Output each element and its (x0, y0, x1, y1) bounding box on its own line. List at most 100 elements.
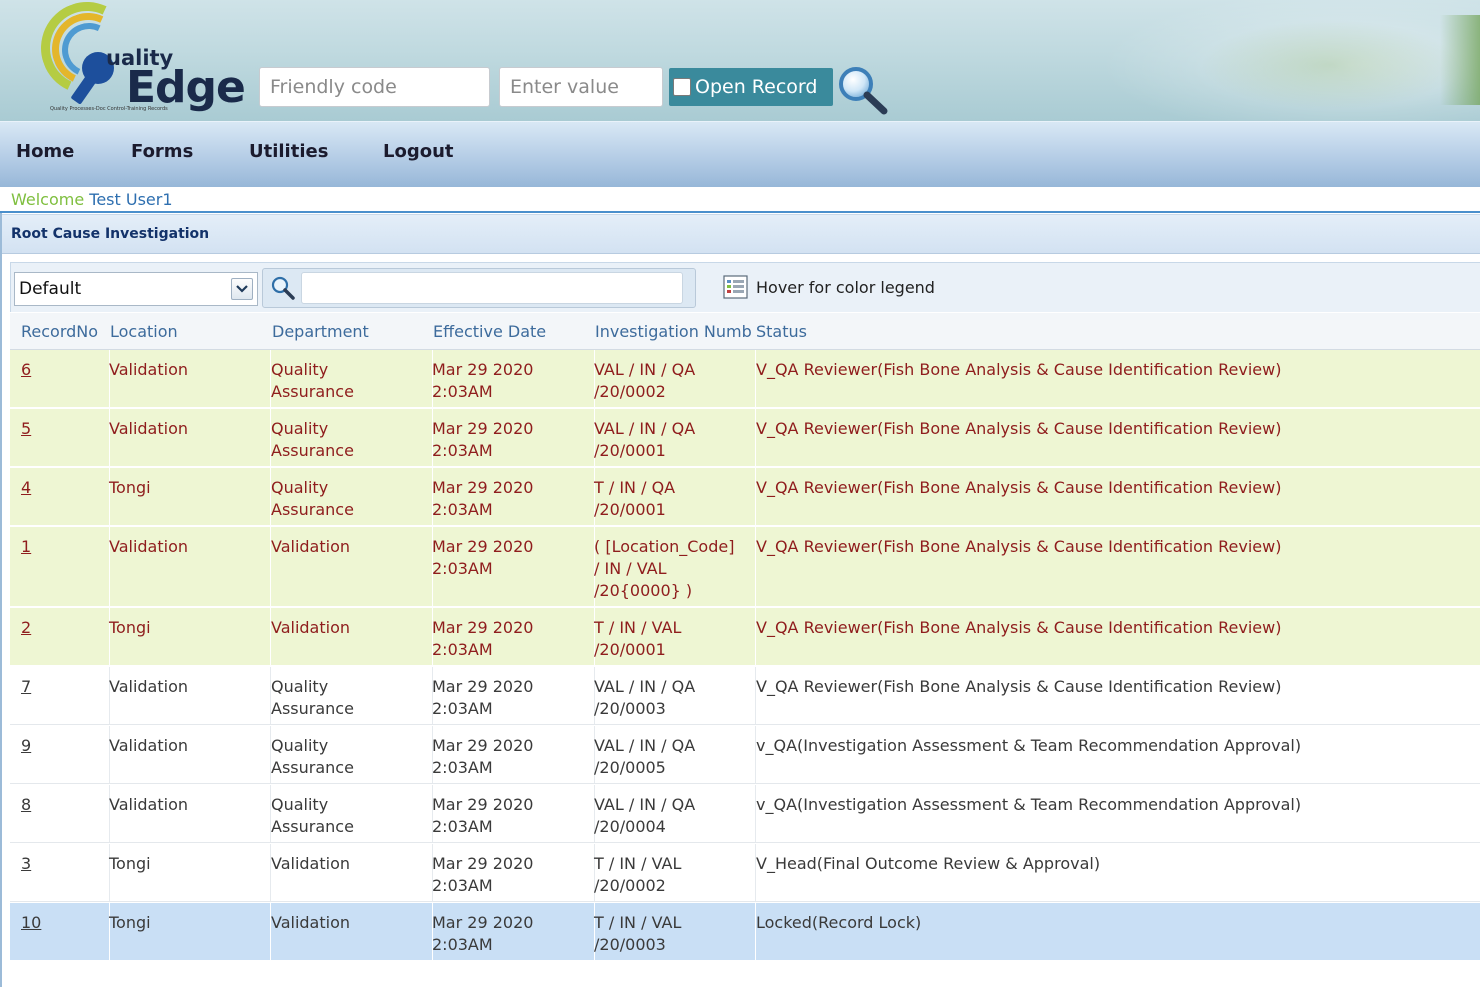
cell-department: Quality Assurance (271, 350, 421, 407)
cell-effective-date-line: 2:03AM (432, 559, 493, 578)
column-header-department[interactable]: Department (272, 322, 422, 341)
column-header-status[interactable]: Status (756, 322, 956, 341)
cell-status: V_QA Reviewer(Fish Bone Analysis & Cause… (756, 677, 1282, 696)
nav-forms[interactable]: Forms (131, 141, 193, 162)
header-banner: uality Edge Quality Processes-Doc Contro… (0, 0, 1480, 121)
cell-investigation-number-line: /20/0001 (594, 640, 666, 659)
panel-header: Root Cause Investigation (2, 214, 1480, 254)
cell-investigation-number-line: VAL / IN / QA (594, 677, 696, 696)
cell-record-no[interactable]: 9 (21, 726, 101, 783)
cell-department: Quality Assurance (271, 667, 421, 724)
cell-status: V_QA Reviewer(Fish Bone Analysis & Cause… (756, 537, 1282, 556)
filter-input[interactable] (301, 272, 683, 304)
table-row[interactable]: 3 Tongi Validation Mar 29 2020 2:03AM T / IN … (10, 844, 1480, 902)
cell-department-line: Assurance (271, 699, 354, 718)
cell-location: Tongi (109, 854, 151, 873)
nav-utilities[interactable]: Utilities (249, 141, 328, 162)
cell-effective-date: Mar 29 2020 2:03AM (432, 527, 582, 606)
record-link[interactable]: 10 (21, 913, 41, 932)
grid-toolbar: Default Hover for color legend (10, 262, 1480, 312)
cell-location: Validation (109, 795, 189, 814)
cell-investigation-number-line: /20{0000} ) (594, 581, 693, 600)
cell-record-no[interactable]: 2 (21, 608, 101, 665)
page-title: Root Cause Investigation (11, 226, 210, 242)
cell-record-no[interactable]: 10 (21, 903, 101, 960)
record-link[interactable]: 7 (21, 677, 31, 696)
cell-department: Quality Assurance (271, 409, 421, 466)
table-row[interactable]: 6 Validation Quality Assurance Mar 29 2020 2:… (10, 350, 1480, 408)
cell-investigation-number-line: T / IN / VAL (594, 854, 682, 873)
cell-status: v_QA(Investigation Assessment & Team Rec… (756, 736, 1302, 755)
welcome-prefix: Welcome (11, 190, 85, 209)
search-button[interactable] (836, 64, 890, 116)
cell-department-line: Quality (271, 736, 329, 755)
cell-record-no[interactable]: 5 (21, 409, 101, 466)
chevron-down-icon[interactable] (231, 278, 253, 300)
quality-edge-logo[interactable]: uality Edge Quality Processes-Doc Contro… (28, 0, 248, 118)
table-row[interactable]: 2 Tongi Validation Mar 29 2020 2:03AM T / IN … (10, 608, 1480, 666)
cell-department-line: Quality (271, 360, 329, 379)
cell-record-no[interactable]: 6 (21, 350, 101, 407)
legend-grid-icon (723, 275, 748, 299)
cell-effective-date-line: Mar 29 2020 (432, 913, 534, 932)
banner-edge-decoration (1440, 15, 1480, 105)
cell-investigation-number: T / IN / VAL/20/0002 (594, 844, 746, 901)
table-row[interactable]: 1 Validation Validation Mar 29 2020 2:03AM ( … (10, 527, 1480, 607)
cell-record-no[interactable]: 1 (21, 527, 101, 606)
color-legend[interactable]: Hover for color legend (723, 275, 935, 299)
cell-investigation-number: VAL / IN / QA/20/0004 (594, 785, 746, 842)
nav-home[interactable]: Home (16, 141, 74, 162)
record-link[interactable]: 9 (21, 736, 31, 755)
cell-record-no[interactable]: 3 (21, 844, 101, 901)
record-link[interactable]: 6 (21, 360, 31, 379)
cell-department: Quality Assurance (271, 726, 421, 783)
table-row[interactable]: 10 Tongi Validation Mar 29 2020 2:03AM T / IN… (10, 903, 1480, 961)
cell-department-line: Quality (271, 478, 329, 497)
cell-department: Validation (271, 608, 421, 665)
cell-record-no[interactable]: 8 (21, 785, 101, 842)
table-row[interactable]: 8 Validation Quality Assurance Mar 29 2020 2:… (10, 785, 1480, 843)
cell-effective-date: Mar 29 2020 2:03AM (432, 667, 582, 724)
record-link[interactable]: 4 (21, 478, 31, 497)
nav-logout[interactable]: Logout (383, 141, 454, 162)
cell-investigation-number-line: /20/0003 (594, 699, 666, 718)
cell-effective-date: Mar 29 2020 2:03AM (432, 726, 582, 783)
cell-investigation-number-line: / IN / VAL (594, 559, 667, 578)
record-link[interactable]: 2 (21, 618, 31, 637)
cell-record-no[interactable]: 4 (21, 468, 101, 525)
table-row[interactable]: 5 Validation Quality Assurance Mar 29 2020 2:… (10, 409, 1480, 467)
view-select[interactable]: Default (14, 272, 258, 306)
cell-effective-date: Mar 29 2020 2:03AM (432, 468, 582, 525)
filter-box (262, 268, 696, 308)
column-header-investigation-number[interactable]: Investigation Numb (595, 322, 753, 341)
column-header-effective-date[interactable]: Effective Date (433, 322, 583, 341)
friendly-code-input[interactable] (259, 67, 490, 107)
table-row[interactable]: 4 Tongi Quality Assurance Mar 29 2020 2:03AM T… (10, 468, 1480, 526)
table-row[interactable]: 9 Validation Quality Assurance Mar 29 2020 2:… (10, 726, 1480, 784)
open-record-toggle[interactable]: Open Record (669, 68, 833, 106)
cell-department-line: Assurance (271, 758, 354, 777)
cell-status: V_QA Reviewer(Fish Bone Analysis & Cause… (756, 618, 1282, 637)
record-link[interactable]: 3 (21, 854, 31, 873)
cell-investigation-number: VAL / IN / QA/20/0003 (594, 667, 746, 724)
open-record-checkbox[interactable] (673, 78, 691, 96)
cell-investigation-number: ( [Location_Code] / IN / VAL/20{0000} ) (594, 527, 746, 606)
cell-status: V_Head(Final Outcome Review & Approval) (756, 854, 1101, 873)
cell-investigation-number: T / IN / VAL/20/0003 (594, 903, 746, 960)
cell-investigation-number-line: /20/0003 (594, 935, 666, 954)
record-link[interactable]: 5 (21, 419, 31, 438)
cell-location: Validation (109, 677, 189, 696)
enter-value-input[interactable] (499, 67, 663, 107)
cell-investigation-number-line: T / IN / VAL (594, 618, 682, 637)
cell-record-no[interactable]: 7 (21, 667, 101, 724)
cell-investigation-number-line: ( [Location_Code] (594, 537, 735, 556)
column-header-location[interactable]: Location (110, 322, 260, 341)
cell-effective-date: Mar 29 2020 2:03AM (432, 785, 582, 842)
cell-department: Validation (271, 844, 421, 901)
column-header-recordno[interactable]: RecordNo (21, 322, 106, 341)
record-link[interactable]: 8 (21, 795, 31, 814)
magnifier-icon[interactable] (270, 275, 296, 301)
welcome-divider (0, 211, 1480, 213)
table-row[interactable]: 7 Validation Quality Assurance Mar 29 2020 2:… (10, 667, 1480, 725)
record-link[interactable]: 1 (21, 537, 31, 556)
